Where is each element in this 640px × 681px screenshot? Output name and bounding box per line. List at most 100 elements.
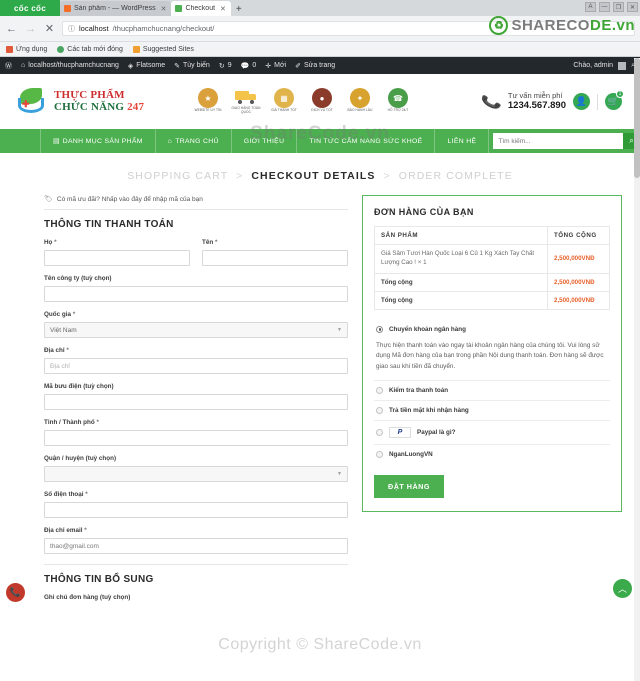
address-bar[interactable]: ⓘ localhost/thucphamchucnang/checkout/ (62, 21, 635, 36)
wordpress-icon (64, 5, 71, 12)
maximize-icon[interactable]: ❐ (613, 2, 624, 12)
radio-icon[interactable] (376, 387, 383, 395)
nav-item-tin-tuc[interactable]: TIN TỨC CẨM NANG SỨC KHOẺ (297, 129, 436, 153)
field-ten: Tên * (202, 239, 348, 266)
medal-icon: ★ (198, 88, 218, 109)
new-tab-button[interactable]: + (231, 4, 247, 16)
cart-button[interactable]: 🛒 1 (605, 90, 624, 110)
radio-icon[interactable] (376, 429, 383, 437)
field-ten-cong-ty: Tên công ty (tuỳ chọn) (44, 275, 348, 302)
nav-item-danh-muc-san-pham[interactable]: ▤ DANH MỤC SẢN PHẨM (40, 129, 156, 153)
country-select[interactable]: Việt Nam ▼ (44, 322, 348, 338)
address-input[interactable]: Địa chỉ (44, 358, 348, 374)
label-text: Tỉnh / Thành phố (44, 419, 95, 426)
restore-icon[interactable]: ― (599, 2, 610, 12)
billing-form: 🏷 Có mã ưu đãi? Nhấp vào đây để nhập mã … (18, 195, 348, 610)
place-order-button[interactable]: ĐẶT HÀNG (374, 475, 444, 499)
phone-input[interactable] (44, 502, 348, 518)
first-name-input[interactable] (202, 250, 348, 266)
table-row: Tổng cộng 2,500,000VNĐ (374, 290, 610, 310)
close-icon[interactable]: ✕ (161, 5, 167, 13)
breadcrumb-separator: > (383, 170, 391, 182)
coccoc-icon (175, 5, 183, 12)
shield-icon: ✦ (350, 88, 370, 109)
field-label: Quận / huyện (tuỳ chọn) (44, 455, 117, 462)
adminbar-account[interactable]: Chào, admin ⌕ (573, 61, 635, 70)
last-name-input[interactable] (44, 250, 190, 266)
required-marker: * (66, 347, 69, 354)
step-checkout-details: CHECKOUT DETAILS (251, 170, 376, 182)
payment-option-check[interactable]: Kiểm tra thanh toán (374, 381, 610, 402)
adminbar-item-site[interactable]: ⌂ localhost/thucphamchucnang (21, 62, 119, 69)
bank-transfer-description: Thực hiện thanh toán vào ngay tài khoản … (374, 339, 610, 382)
floating-call-button[interactable]: 📞 (6, 583, 25, 602)
field-label: Mã bưu điện (tuỳ chọn) (44, 383, 114, 390)
bookmark-suggested-sites[interactable]: Suggested Sites (132, 45, 194, 53)
coupon-notice-label: Có mã ưu đãi? Nhấp vào đây để nhập mã củ… (56, 195, 203, 203)
payment-option-nganluong[interactable]: NganLuongVN (374, 445, 610, 464)
district-select[interactable]: ▼ (44, 466, 348, 482)
adminbar-item-updates[interactable]: ↻ 9 (219, 62, 232, 70)
adminbar-item-customize[interactable]: ✎ Tùy biến (174, 62, 210, 70)
field-label: Tên công ty (tuỳ chọn) (44, 275, 112, 282)
nav-item-lien-he[interactable]: LIÊN HỆ (435, 129, 490, 153)
bookmark-label: Các tab mới đóng (67, 45, 123, 53)
label-text: Quốc gia (44, 311, 71, 318)
order-table: SẢN PHẨM TỔNG CỘNG Giá Sâm Tươi Hàn Quốc… (374, 226, 610, 310)
history-icon (57, 45, 65, 53)
postcode-input[interactable] (44, 394, 348, 410)
checkout-page: SHOPPING CART > CHECKOUT DETAILS > ORDER… (0, 153, 640, 610)
nav-label: DANH MỤC SẢN PHẨM (62, 137, 143, 145)
service-icon: ● (312, 88, 332, 109)
adminbar-item-edit-page[interactable]: ✐ Sửa trang (295, 62, 335, 70)
browser-tab-wordpress[interactable]: Sản phẩm - — WordPress ✕ (60, 1, 172, 16)
arrow-left-icon[interactable]: ← (5, 23, 18, 35)
payment-option-cod[interactable]: Trả tiền mặt khi nhận hàng (374, 401, 610, 422)
radio-icon[interactable] (376, 451, 383, 459)
wordpress-admin-bar: Ⓦ ⌂ localhost/thucphamchucnang ◈ Flatsom… (0, 57, 640, 74)
step-shopping-cart[interactable]: SHOPPING CART (127, 170, 228, 182)
bookmark-recent-tabs[interactable]: Các tab mới đóng (57, 45, 123, 53)
payment-option-bank-transfer[interactable]: Chuyển khoản ngân hàng (374, 320, 610, 339)
step-order-complete: ORDER COMPLETE (398, 170, 513, 182)
browser-tab-title: Checkout (185, 5, 216, 12)
radio-icon[interactable] (376, 325, 383, 333)
payment-label: Kiểm tra thanh toán (389, 387, 449, 395)
nav-label: LIÊN HỆ (447, 137, 477, 145)
search-input[interactable] (493, 133, 623, 149)
close-window-icon[interactable]: ✕ (627, 2, 638, 12)
close-icon[interactable]: ✕ (220, 5, 226, 13)
adminbar-item-flatsome[interactable]: ◈ Flatsome (128, 62, 165, 70)
chevron-down-icon: ▼ (337, 471, 342, 477)
city-input[interactable] (44, 430, 348, 446)
header-search[interactable]: ⌕ (493, 133, 640, 149)
company-name-input[interactable] (44, 286, 348, 302)
browser-tab-checkout[interactable]: Checkout ✕ (171, 1, 231, 16)
info-icon[interactable]: ⓘ (68, 24, 75, 34)
close-icon[interactable]: ✕ (43, 22, 56, 35)
user-icon[interactable]: 👤 (573, 93, 590, 110)
trust-badge-warranty: ✦ BẢO HÀNH LÂU (345, 88, 375, 113)
coupon-notice[interactable]: 🏷 Có mã ưu đãi? Nhấp vào đây để nhập mã … (44, 195, 348, 210)
window-controls: A ― ❐ ✕ (585, 2, 638, 12)
trust-badge-label: GIAO HÀNG TOÀN QUỐC (231, 106, 261, 114)
back-to-top-button[interactable]: ︿ (613, 579, 632, 598)
order-product-amount: 2,500,000VNĐ (547, 244, 610, 274)
bookmark-apps[interactable]: Ứng dụng (6, 45, 47, 53)
nav-item-gioi-thieu[interactable]: GIỚI THIỆU (232, 129, 298, 153)
page-scrollbar[interactable] (634, 58, 640, 681)
radio-icon[interactable] (376, 407, 383, 415)
site-logo[interactable]: ✚ THỰC PHẨM CHỨC NĂNG 247 (18, 87, 153, 117)
nav-item-trang-chu[interactable]: ⌂ TRANG CHỦ (156, 129, 232, 153)
adminbar-item-comments[interactable]: 💬 0 (241, 62, 257, 70)
minimize-icon[interactable]: A (585, 2, 596, 12)
payment-label: Trả tiền mặt khi nhận hàng (389, 407, 469, 415)
watermark-bottom: Copyright © ShareCode.vn (218, 636, 422, 653)
payment-label[interactable]: Paypal là gì? (417, 429, 456, 436)
scrollbar-thumb[interactable] (634, 58, 640, 178)
payment-option-paypal[interactable]: P Paypal là gì? (374, 421, 610, 446)
adminbar-item-new[interactable]: ✛ Mới (265, 62, 286, 70)
email-input[interactable]: thao@gmail.com (44, 538, 348, 554)
wordpress-icon[interactable]: Ⓦ (5, 61, 12, 71)
required-marker: * (96, 419, 99, 426)
